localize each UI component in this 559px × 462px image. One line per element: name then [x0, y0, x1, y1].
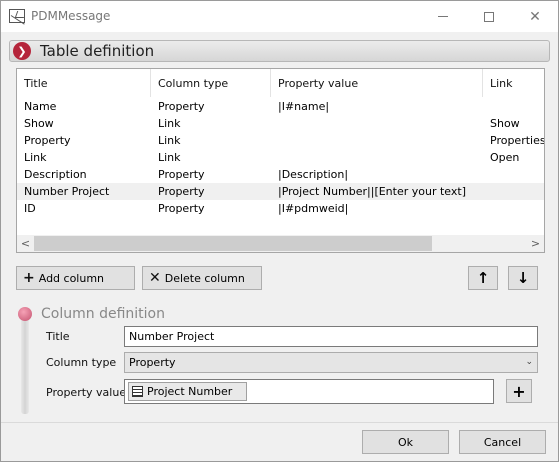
cell-title: Property [24, 134, 71, 147]
cell-link: Show [490, 117, 520, 130]
ok-button[interactable]: Ok [362, 430, 449, 454]
cell-property-value: |I#pdmweid| [278, 202, 349, 215]
minimize-button[interactable] [420, 1, 466, 32]
cancel-button[interactable]: Cancel [459, 430, 546, 454]
title-input[interactable]: Number Project [124, 326, 538, 347]
cell-title: Name [24, 100, 57, 113]
delete-icon: ✕ [149, 270, 161, 286]
cell-property-value: |Description| [278, 168, 349, 181]
column-type-select[interactable]: Property ⌄ [124, 352, 538, 373]
chevron-down-icon: ⌄ [525, 357, 533, 367]
column-definition-bar [21, 314, 29, 414]
delete-column-button[interactable]: ✕ Delete column [142, 266, 262, 290]
column-definition-title: Column definition [41, 306, 165, 322]
property-list-icon [132, 386, 143, 397]
cell-column-type: Property [158, 185, 205, 198]
horizontal-scrollbar[interactable]: < > [17, 235, 544, 252]
column-header-link[interactable]: Link [483, 69, 544, 97]
arrow-up-icon: ↑ [476, 269, 490, 287]
cell-title: ID [24, 202, 36, 215]
column-definition-bullet-icon [18, 307, 32, 321]
cell-property-value: |I#name| [278, 100, 330, 113]
move-down-button[interactable]: ↓ [508, 266, 538, 290]
cell-property-value [271, 132, 483, 149]
cell-title: Number Project [24, 185, 110, 198]
maximize-icon [484, 11, 494, 22]
column-header-title[interactable]: Title [17, 69, 151, 97]
minimize-icon [438, 16, 448, 17]
cell-property-value [271, 115, 483, 132]
property-token[interactable]: Project Number [128, 382, 248, 401]
cell-link: Properties [490, 134, 545, 147]
cell-column-type: Link [158, 117, 181, 130]
column-type-value: Property [129, 356, 176, 369]
arrow-down-icon: ↓ [516, 269, 530, 287]
title-label: Title [46, 330, 70, 343]
table-definition-grid[interactable]: Title Column type Property value Link Na… [16, 68, 545, 253]
plus-icon: + [512, 381, 526, 401]
chevron-right-icon: ❯ [13, 42, 31, 60]
title-bar: PDMMessage ✕ [1, 1, 558, 32]
column-header-type[interactable]: Column type [151, 69, 271, 97]
cell-link [483, 98, 544, 115]
scroll-left-icon[interactable]: < [17, 235, 34, 252]
cell-title: Description [24, 168, 87, 181]
table-row[interactable]: Property Link Properties [17, 132, 544, 149]
add-column-label: Add column [38, 271, 105, 285]
cell-title: Link [24, 151, 47, 164]
pdm-message-window: PDMMessage ✕ ❯ Table definition Title Co… [0, 0, 559, 462]
cell-column-type: Link [158, 134, 181, 147]
maximize-button[interactable] [466, 1, 512, 32]
cell-title: Show [24, 117, 54, 130]
add-column-button[interactable]: + Add column [16, 266, 135, 290]
cell-link: Open [490, 151, 520, 164]
table-row[interactable]: Link Link Open [17, 149, 544, 166]
move-up-button[interactable]: ↑ [468, 266, 498, 290]
grid-header: Title Column type Property value Link [17, 69, 544, 97]
table-definition-header: ❯ Table definition [9, 40, 550, 62]
cell-link [483, 183, 544, 200]
cell-column-type: Property [158, 100, 205, 113]
cell-column-type: Property [158, 202, 205, 215]
table-row[interactable]: ID Property |I#pdmweid| [17, 200, 544, 217]
section-title: Table definition [40, 42, 155, 60]
cell-link [483, 166, 544, 183]
delete-column-label: Delete column [164, 271, 245, 285]
envelope-icon [9, 9, 25, 23]
cell-property-value: |Project Number||[Enter your text] [278, 185, 466, 198]
cell-column-type: Property [158, 168, 205, 181]
table-row[interactable]: Description Property |Description| [17, 166, 544, 183]
column-header-property-value[interactable]: Property value [271, 69, 483, 97]
table-row[interactable]: Name Property |I#name| [17, 98, 544, 115]
close-icon: ✕ [529, 8, 541, 25]
scroll-right-icon[interactable]: > [527, 235, 544, 252]
property-value-field[interactable]: Project Number [124, 379, 494, 404]
table-row[interactable]: Show Link Show [17, 115, 544, 132]
close-button[interactable]: ✕ [512, 1, 558, 32]
cell-link [483, 200, 544, 217]
window-title: PDMMessage [31, 9, 111, 23]
property-value-label: Property value [46, 386, 127, 399]
table-row[interactable]: Number Project Property |Project Number||[… [17, 183, 544, 200]
property-token-label: Project Number [147, 385, 233, 398]
add-property-button[interactable]: + [506, 379, 532, 403]
cell-property-value [271, 149, 483, 166]
cell-column-type: Link [158, 151, 181, 164]
column-type-label: Column type [46, 356, 117, 369]
plus-icon: + [23, 270, 35, 286]
scrollbar-thumb[interactable] [34, 236, 432, 251]
